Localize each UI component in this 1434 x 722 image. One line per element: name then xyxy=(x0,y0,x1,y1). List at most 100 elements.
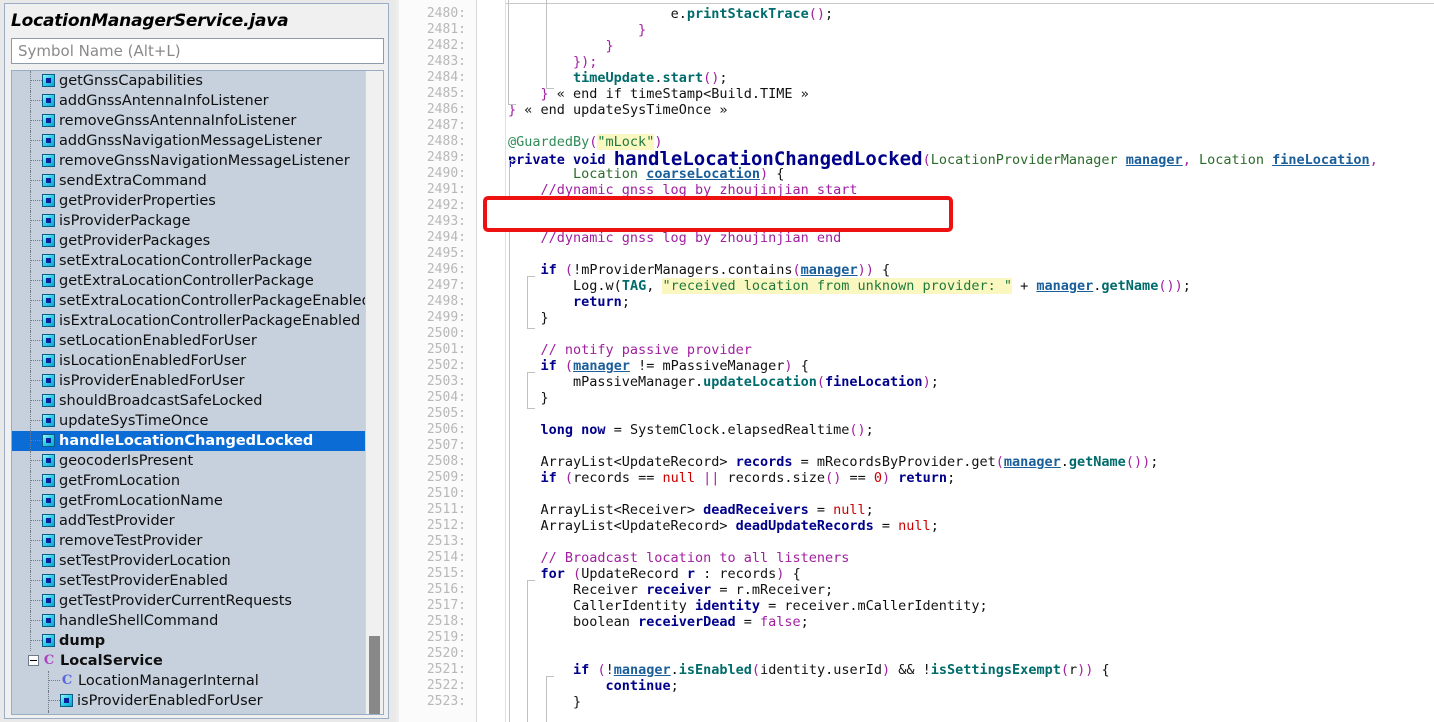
code-line[interactable]: } xyxy=(508,390,549,406)
method-icon xyxy=(42,394,55,407)
code-line[interactable]: for (UpdateRecord r : records) { xyxy=(508,566,801,582)
symbol-tree-item[interactable]: addGnssAntennaInfoListener xyxy=(12,91,366,111)
symbol-tree-item[interactable]: setTestProviderEnabled xyxy=(12,571,366,591)
code-line[interactable]: } xyxy=(508,310,549,326)
method-icon xyxy=(42,534,55,547)
symbol-tree-item[interactable]: setExtraLocationControllerPackageEnabled xyxy=(12,291,366,311)
line-number: 2482: xyxy=(426,38,466,53)
symbol-tree-item[interactable]: handleShellCommand xyxy=(12,611,366,631)
code-line[interactable]: if (manager != mPassiveManager) { xyxy=(508,358,809,374)
symbol-tree-item[interactable]: C LocalService xyxy=(12,651,366,671)
symbol-tree-item[interactable]: removeTestProvider xyxy=(12,531,366,551)
symbol-tree-item[interactable]: getGnssCapabilities xyxy=(12,71,366,91)
line-number: 2498: xyxy=(426,294,466,309)
tree-connector-dash xyxy=(30,220,42,221)
symbol-tree-item[interactable]: isProviderEnabledForUser xyxy=(12,691,366,711)
code-line[interactable]: Receiver receiver = r.mReceiver; xyxy=(508,582,833,598)
line-number: 2487: xyxy=(426,118,466,133)
code-line[interactable]: //dynamic gnss log by zhoujinjian end xyxy=(508,230,842,246)
code-line[interactable]: } « end updateSysTimeOnce » xyxy=(508,102,727,118)
code-line[interactable]: private void handleLocationChangedLocked… xyxy=(508,150,1378,169)
symbol-tree-viewport[interactable]: getGnssCapabilities addGnssAntennaInfoLis… xyxy=(12,71,366,714)
symbol-tree-item[interactable]: isExtraLocationControllerPackageEnabled xyxy=(12,311,366,331)
scrollbar-thumb[interactable] xyxy=(369,636,380,714)
method-icon xyxy=(60,694,73,707)
symbol-tree-item[interactable]: getTestProviderCurrentRequests xyxy=(12,591,366,611)
symbol-tree-item[interactable]: isProviderPackage xyxy=(12,211,366,231)
symbol-tree-item-label: LocationManagerInternal xyxy=(78,673,259,689)
symbol-tree-item[interactable]: sendExtraCommand xyxy=(12,171,366,191)
symbol-search-input[interactable] xyxy=(11,38,384,64)
code-line[interactable]: Log.w(TAG, "received location from unkno… xyxy=(508,278,1191,294)
symbol-tree-item[interactable]: setExtraLocationControllerPackage xyxy=(12,251,366,271)
symbol-tree-item[interactable]: removeGnssAntennaInfoListener xyxy=(12,111,366,131)
symbol-tree-item[interactable]: setLocationEnabledForUser xyxy=(12,331,366,351)
symbol-tree-item[interactable]: geocoderIsPresent xyxy=(12,451,366,471)
line-number: 2493: xyxy=(426,214,466,229)
symbol-tree-item[interactable]: getExtraLocationControllerPackage xyxy=(12,271,366,291)
symbol-tree-item[interactable]: removeGnssNavigationMessageListener xyxy=(12,151,366,171)
symbol-tree-item-label: LocalService xyxy=(60,653,163,669)
symbol-tree-item[interactable]: C LocationManagerInternal xyxy=(12,671,366,691)
symbol-tree-item[interactable]: setTestProviderLocation xyxy=(12,551,366,571)
code-line[interactable]: mPassiveManager.updateLocation(fineLocat… xyxy=(508,374,939,390)
code-line[interactable]: } xyxy=(508,22,646,38)
tree-connector-dash xyxy=(30,640,42,641)
code-line[interactable]: timeUpdate.start(); xyxy=(508,70,727,86)
code-line[interactable]: if (!mProviderManagers.contains(manager)… xyxy=(508,262,891,278)
code-line[interactable]: e.printStackTrace(); xyxy=(508,6,834,22)
code-line[interactable]: updateSysTimeOnce(fineLocation); xyxy=(508,214,801,230)
symbol-tree-item[interactable]: shouldBroadcastSafeLocked xyxy=(12,391,366,411)
code-line[interactable]: //dynamic gnss log by zhoujinjian start xyxy=(508,182,858,198)
code-line[interactable]: Location coarseLocation) { xyxy=(508,166,784,182)
symbol-tree-item[interactable]: updateSysTimeOnce xyxy=(12,411,366,431)
symbol-tree-item[interactable]: dump xyxy=(12,631,366,651)
symbol-tree[interactable]: getGnssCapabilities addGnssAntennaInfoLis… xyxy=(11,70,384,715)
code-line[interactable]: }); xyxy=(508,54,597,70)
line-number: 2490: xyxy=(426,166,466,181)
symbol-tree-item[interactable]: getFromLocationName xyxy=(12,491,366,511)
line-number: 2485: xyxy=(426,86,466,101)
line-number: 2504: xyxy=(426,390,466,405)
code-line[interactable]: if (!manager.isEnabled(identity.userId) … xyxy=(508,662,1110,678)
symbol-tree-item-label: setTestProviderLocation xyxy=(59,553,231,569)
symbol-tree-item-label: setExtraLocationControllerPackage xyxy=(59,253,313,269)
code-line[interactable]: ArrayList<Receiver> deadReceivers = null… xyxy=(508,502,874,518)
code-line[interactable]: CallerIdentity identity = receiver.mCall… xyxy=(508,598,988,614)
symbol-tree-item[interactable]: isProviderPackage xyxy=(12,711,366,714)
symbol-tree-scrollbar[interactable] xyxy=(365,71,383,714)
code-line[interactable]: // notify passive provider xyxy=(508,342,752,358)
code-line[interactable]: long now = SystemClock.elapsedRealtime()… xyxy=(508,422,874,438)
fold-corner xyxy=(508,104,516,105)
fold-start xyxy=(509,160,517,161)
tree-connector-dash xyxy=(30,620,42,621)
code-editor[interactable]: 2480: 2481: 2482: 2483: 2484: 2485: 2486: 2487:… xyxy=(396,0,1434,722)
symbol-tree-item[interactable]: getProviderProperties xyxy=(12,191,366,211)
code-line[interactable]: continue; xyxy=(508,678,679,694)
tree-connector-line xyxy=(30,111,31,131)
tree-connector-line xyxy=(30,611,31,631)
editor-top-border xyxy=(396,0,1434,4)
symbol-tree-item[interactable]: getProviderPackages xyxy=(12,231,366,251)
symbol-tree-item[interactable]: isLocationEnabledForUser xyxy=(12,351,366,371)
code-line[interactable]: if (records == null || records.size() ==… xyxy=(508,470,956,486)
code-line[interactable]: ArrayList<UpdateRecord> deadUpdateRecord… xyxy=(508,518,939,534)
code-line[interactable]: } xyxy=(508,38,614,54)
tree-collapse-icon[interactable] xyxy=(28,655,39,666)
method-icon xyxy=(42,274,55,287)
symbol-tree-item[interactable]: addGnssNavigationMessageListener xyxy=(12,131,366,151)
code-line[interactable]: // Broadcast location to all listeners xyxy=(508,550,850,566)
symbol-tree-item[interactable]: getFromLocation xyxy=(12,471,366,491)
code-line[interactable]: } xyxy=(508,694,581,710)
method-icon xyxy=(42,194,55,207)
code-line[interactable]: ArrayList<UpdateRecord> records = mRecor… xyxy=(508,454,1159,470)
symbol-tree-item[interactable]: addTestProvider xyxy=(12,511,366,531)
code-line[interactable]: boolean receiverDead = false; xyxy=(508,614,809,630)
symbol-tree-item[interactable]: handleLocationChangedLocked xyxy=(12,431,366,451)
tree-connector-line xyxy=(48,711,49,714)
code-line[interactable]: Log.d(TAG, "incoming location: " + fineL… xyxy=(508,198,939,214)
line-number: 2499: xyxy=(426,310,466,325)
code-folding-column[interactable] xyxy=(477,0,506,722)
tree-connector-line xyxy=(30,351,31,371)
symbol-tree-item[interactable]: isProviderEnabledForUser xyxy=(12,371,366,391)
